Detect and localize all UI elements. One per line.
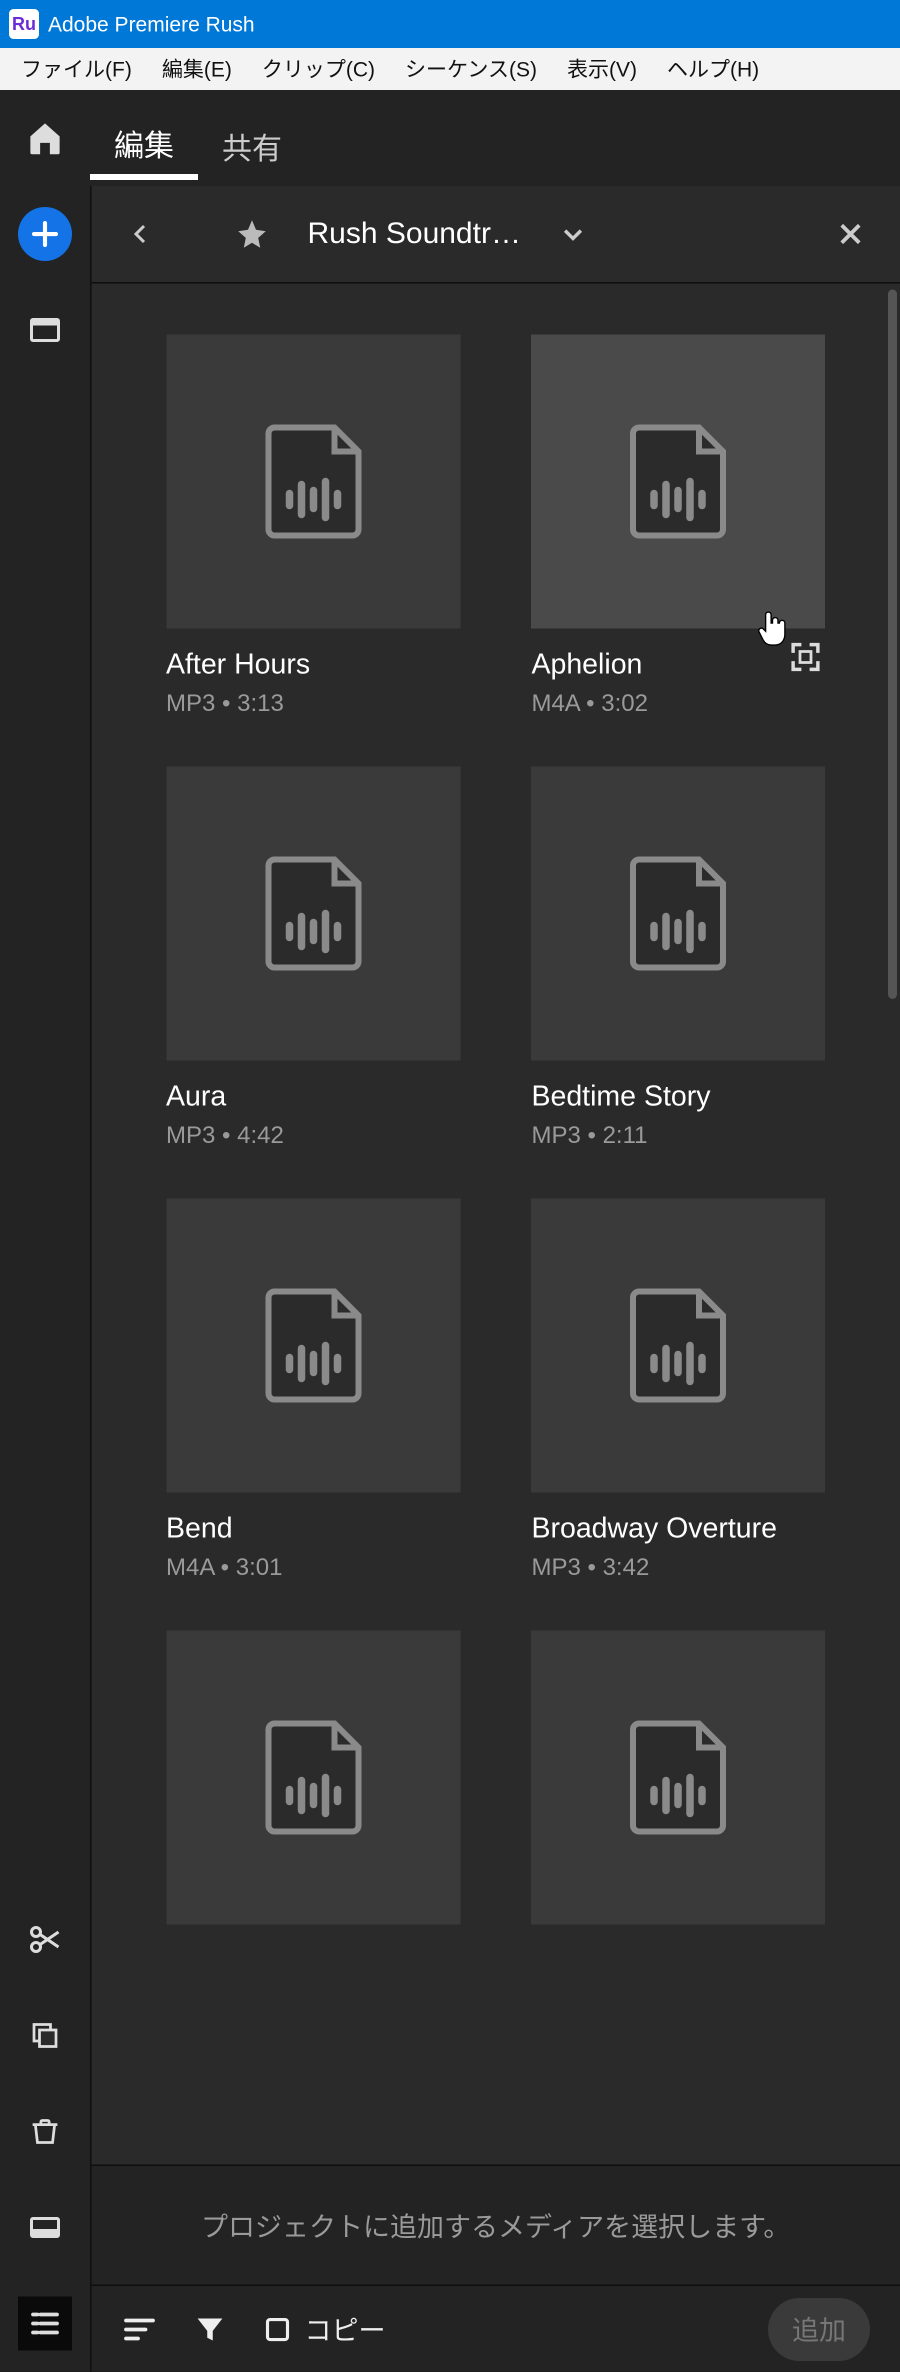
panel-header: Rush Soundtr… <box>92 186 900 282</box>
media-title: Aphelion <box>531 650 825 683</box>
audio-file-icon <box>250 416 376 548</box>
audio-file-icon <box>250 848 376 980</box>
timeline-layout-icon <box>27 2306 63 2342</box>
delete-button[interactable] <box>18 2105 72 2159</box>
media-title: Bend <box>166 1514 460 1547</box>
audio-file-icon <box>615 1280 741 1412</box>
panel-title-dropdown[interactable] <box>551 212 596 257</box>
media-card[interactable]: Bedtime Story MP3 • 2:11 <box>531 767 825 1151</box>
media-thumbnail <box>531 1199 825 1493</box>
audio-file-icon <box>615 848 741 980</box>
panel-hint: プロジェクトに追加するメディアを選択します。 <box>92 2165 900 2285</box>
audio-file-icon <box>615 416 741 548</box>
copy-toggle[interactable]: コピー <box>263 2309 386 2348</box>
duplicate-icon <box>29 2019 62 2052</box>
panel-footer: コピー 追加 <box>92 2285 900 2372</box>
duplicate-button[interactable] <box>18 2009 72 2063</box>
close-icon <box>836 219 866 249</box>
screen-layout-button[interactable] <box>18 2201 72 2255</box>
scissors-button[interactable] <box>18 1913 72 1967</box>
tab-share[interactable]: 共有 <box>198 109 306 177</box>
menu-clip[interactable]: クリップ(C) <box>247 51 390 87</box>
chevron-down-icon <box>560 221 587 248</box>
media-subtitle: MP3 • 3:13 <box>166 692 460 719</box>
menu-file[interactable]: ファイル(F) <box>6 51 147 87</box>
project-panel-button[interactable] <box>18 303 72 357</box>
fullscreen-icon[interactable] <box>789 641 822 674</box>
tab-edit[interactable]: 編集 <box>90 106 198 180</box>
media-grid-wrapper: After Hours MP3 • 3:13 <box>92 282 900 2372</box>
trash-icon <box>29 2115 62 2148</box>
menu-sequence[interactable]: シーケンス(S) <box>390 51 552 87</box>
media-card[interactable]: Aphelion M4A • 3:02 <box>531 335 825 719</box>
copy-toggle-label: コピー <box>305 2309 386 2348</box>
media-card[interactable]: Aura MP3 • 4:42 <box>166 767 460 1151</box>
back-button[interactable] <box>119 212 164 257</box>
scissors-icon <box>27 1922 63 1958</box>
menu-help[interactable]: ヘルプ(H) <box>652 51 774 87</box>
media-title: Broadway Overture <box>531 1514 825 1547</box>
audio-file-icon <box>250 1712 376 1844</box>
window-title: Adobe Premiere Rush <box>48 12 255 36</box>
home-button[interactable] <box>0 119 90 158</box>
favorite-button[interactable] <box>230 212 275 257</box>
media-subtitle: MP3 • 4:42 <box>166 1124 460 1151</box>
menu-edit[interactable]: 編集(E) <box>147 51 247 87</box>
media-card[interactable]: Broadway Overture MP3 • 3:42 <box>531 1199 825 1583</box>
media-subtitle: M4A • 3:01 <box>166 1556 460 1583</box>
media-browser-panel: Rush Soundtr… <box>90 186 900 2372</box>
timeline-layout-button[interactable] <box>18 2297 72 2351</box>
menu-view[interactable]: 表示(V) <box>552 51 652 87</box>
sort-icon <box>122 2311 158 2347</box>
audio-file-icon <box>250 1280 376 1412</box>
media-thumbnail <box>531 335 825 629</box>
panel-title: Rush Soundtr… <box>308 217 521 252</box>
media-title: After Hours <box>166 650 460 683</box>
media-card[interactable] <box>531 1631 825 1925</box>
media-card[interactable]: Bend M4A • 3:01 <box>166 1199 460 1583</box>
app-icon: Ru <box>9 9 39 39</box>
media-thumbnail <box>166 767 460 1061</box>
chevron-left-icon <box>129 222 153 246</box>
menubar: ファイル(F) 編集(E) クリップ(C) シーケンス(S) 表示(V) ヘルプ… <box>0 48 900 90</box>
media-thumbnail <box>531 767 825 1061</box>
window-titlebar: Ru Adobe Premiere Rush <box>0 0 900 48</box>
left-rail <box>0 186 90 2372</box>
media-subtitle: M4A • 3:02 <box>531 692 825 719</box>
project-panel-icon <box>27 312 63 348</box>
screen-layout-icon <box>27 2210 63 2246</box>
add-media-button[interactable] <box>18 207 72 261</box>
media-thumbnail <box>166 1631 460 1925</box>
audio-file-icon <box>615 1712 741 1844</box>
media-title: Aura <box>166 1082 460 1115</box>
media-title: Bedtime Story <box>531 1082 825 1115</box>
media-thumbnail <box>531 1631 825 1925</box>
media-card[interactable]: After Hours MP3 • 3:13 <box>166 335 460 719</box>
media-thumbnail <box>166 335 460 629</box>
filter-button[interactable] <box>194 2312 227 2345</box>
media-thumbnail <box>166 1199 460 1493</box>
checkbox-empty-icon <box>263 2314 293 2344</box>
media-subtitle: MP3 • 3:42 <box>531 1556 825 1583</box>
home-icon <box>26 119 65 158</box>
close-panel-button[interactable] <box>828 212 873 257</box>
top-tabs: 編集 共有 <box>0 90 900 186</box>
plus-icon <box>29 218 62 251</box>
media-subtitle: MP3 • 2:11 <box>531 1124 825 1151</box>
media-grid: After Hours MP3 • 3:13 <box>92 284 900 1925</box>
sort-button[interactable] <box>122 2311 158 2347</box>
add-button[interactable]: 追加 <box>768 2297 870 2360</box>
star-icon <box>236 218 269 251</box>
media-card[interactable] <box>166 1631 460 1925</box>
filter-icon <box>194 2312 227 2345</box>
